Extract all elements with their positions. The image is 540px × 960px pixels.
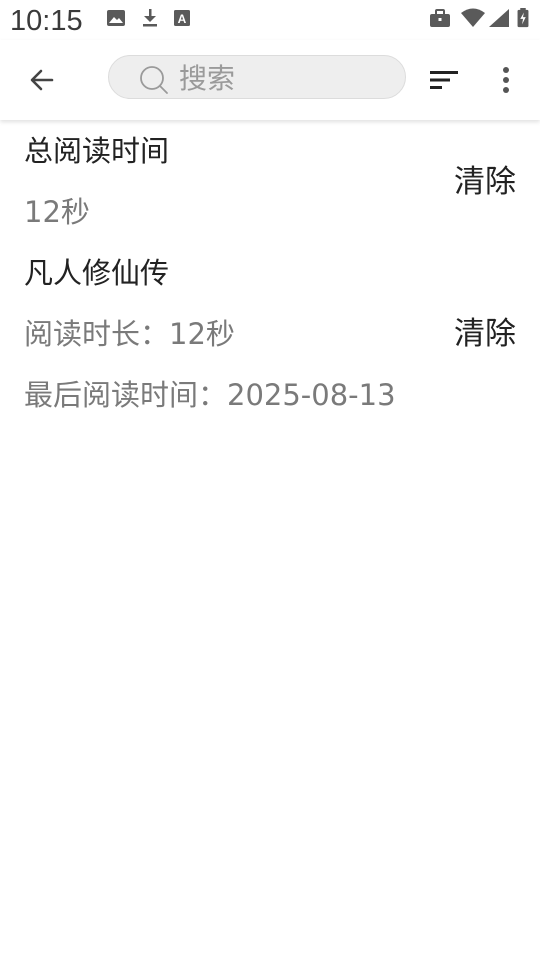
image-icon <box>107 10 125 26</box>
total-reading-time-label: 总阅读时间 <box>24 134 170 168</box>
search-icon <box>140 66 168 94</box>
briefcase-icon <box>430 9 450 27</box>
download-icon <box>143 9 157 27</box>
book-list-item[interactable]: 凡人修仙传 阅读时长：12秒 最后阅读时间：2025-08-13 清除 <box>0 250 540 430</box>
book-last-read-time: 最后阅读时间：2025-08-13 <box>24 378 396 412</box>
a-box-icon: A <box>174 10 190 26</box>
book-title: 凡人修仙传 <box>24 256 170 290</box>
search-input[interactable] <box>179 60 389 96</box>
arrow-left-icon <box>30 69 54 91</box>
back-button[interactable] <box>18 56 66 104</box>
total-reading-time-value: 12秒 <box>24 195 90 229</box>
wifi-icon <box>461 8 485 27</box>
status-time: 10:15 <box>10 5 83 37</box>
battery-charging-icon <box>517 8 529 28</box>
clear-book-button[interactable]: 清除 <box>454 315 516 353</box>
status-bar: 10:15 A <box>0 0 540 40</box>
sort-button[interactable] <box>420 56 468 104</box>
sort-icon <box>430 71 458 89</box>
toolbar <box>0 40 540 120</box>
more-options-button[interactable] <box>484 56 528 104</box>
more-vertical-icon <box>503 67 509 93</box>
search-bar[interactable] <box>108 55 406 99</box>
svg-text:A: A <box>178 12 187 26</box>
clear-total-button[interactable]: 清除 <box>454 163 516 201</box>
book-reading-duration: 阅读时长：12秒 <box>24 317 235 351</box>
signal-icon <box>489 9 509 27</box>
total-reading-time-row: 总阅读时间 12秒 清除 <box>0 128 540 238</box>
